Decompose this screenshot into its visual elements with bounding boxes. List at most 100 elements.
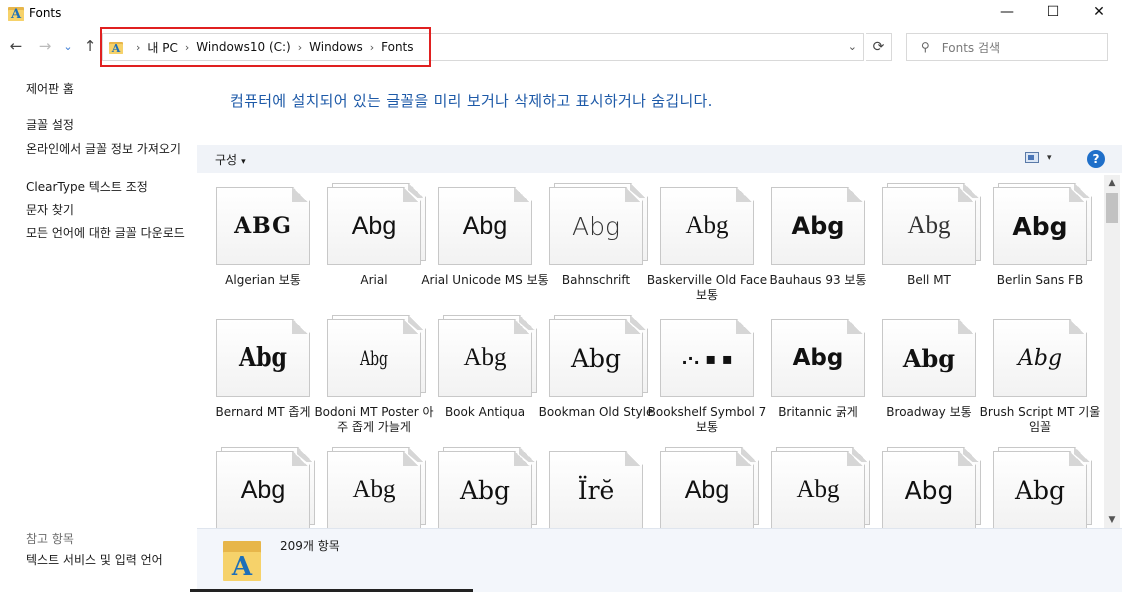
font-sample-preview: Abg	[684, 475, 730, 504]
font-tile[interactable]: Abg Britannic 굵게	[753, 307, 865, 437]
download-fonts-link[interactable]: 모든 언어에 대한 글꼴 다운로드	[26, 226, 190, 241]
font-file-icon: Abg	[438, 315, 537, 399]
font-file-icon: Abg	[216, 447, 315, 528]
text-services-link[interactable]: 텍스트 서비스 및 입력 언어	[26, 553, 190, 568]
font-sample-preview: Abg	[792, 345, 844, 371]
font-tile[interactable]: Abg Berlin Sans FB	[975, 175, 1092, 305]
view-icon	[1025, 152, 1039, 163]
font-sample-preview: Abg	[238, 343, 288, 373]
view-options-button[interactable]: ▾	[1025, 152, 1052, 163]
scroll-up-icon[interactable]: ▲	[1104, 175, 1120, 191]
font-sample-preview: Abg	[796, 476, 840, 503]
scroll-down-icon[interactable]: ▼	[1104, 512, 1120, 528]
font-tile[interactable]: Abg	[198, 439, 315, 528]
find-character-link[interactable]: 문자 찾기	[26, 203, 190, 218]
font-sample-preview: Ïrĕ	[577, 475, 615, 505]
get-font-info-online-link[interactable]: 온라인에서 글꼴 정보 가져오기	[26, 142, 190, 157]
font-sample-preview: Abg	[352, 476, 396, 503]
title-bar: A Fonts — ☐ ✕	[0, 0, 1122, 26]
font-tile[interactable]: Abg Broadway 보통	[864, 307, 976, 437]
font-file-icon: Abg	[660, 187, 754, 267]
organize-button[interactable]: 구성 ▾	[215, 151, 246, 168]
cleartype-link[interactable]: ClearType 텍스트 조정	[26, 180, 190, 195]
page-description: 컴퓨터에 설치되어 있는 글꼴을 미리 보거나 삭제하고 표시하거나 숨깁니다.	[230, 92, 713, 110]
font-tile[interactable]: ABG Algerian 보통	[198, 175, 310, 305]
fonts-folder-icon: A	[8, 5, 24, 22]
see-also-heading: 참고 항목	[26, 532, 74, 546]
font-sample-preview: Abg	[240, 475, 286, 504]
chevron-down-icon: ▾	[1047, 152, 1052, 163]
font-tile[interactable]: .·. ▪ ▪ Bookshelf Symbol 7 보통	[642, 307, 766, 437]
font-file-icon: Abg	[660, 447, 759, 528]
font-sample-preview: Abg	[570, 343, 622, 373]
font-file-icon: Abg	[771, 187, 865, 267]
left-panel: 제어판 홈 글꼴 설정 온라인에서 글꼴 정보 가져오기 ClearType 텍…	[0, 70, 196, 592]
font-tile[interactable]: Abg Bell MT	[864, 175, 981, 305]
command-bar: 구성 ▾ ▾ ?	[197, 145, 1122, 173]
font-tile[interactable]: Abg Arial	[309, 175, 426, 305]
font-tile[interactable]: Abg Bookman Old Style	[531, 307, 653, 437]
font-sample-preview: Abg	[1014, 475, 1066, 505]
font-sample-preview: ABG	[234, 213, 292, 239]
item-count: 209개 항목	[280, 539, 340, 553]
font-sample-preview: Abg	[359, 346, 389, 370]
recent-locations-icon[interactable]: ⌄	[58, 36, 78, 56]
font-tile[interactable]: Abg Arial Unicode MS 보통	[420, 175, 549, 305]
address-dropdown-icon[interactable]: ⌄	[848, 40, 857, 53]
font-tile[interactable]: Abg Bahnschrift	[531, 175, 648, 305]
font-sample-preview: Abg	[902, 343, 956, 373]
font-name-label: Brush Script MT 기울임꼴	[979, 405, 1101, 434]
minimize-button[interactable]: —	[984, 0, 1030, 24]
maximize-button[interactable]: ☐	[1030, 0, 1076, 24]
font-file-icon: Abg	[771, 319, 865, 399]
font-tile[interactable]: Abg	[309, 439, 426, 528]
font-tile[interactable]: Abg Book Antiqua	[420, 307, 537, 437]
search-box[interactable]: ⚲ Fonts 검색	[906, 33, 1108, 61]
font-sample-preview: Abg	[685, 212, 729, 239]
font-tile[interactable]: Abg	[975, 439, 1092, 528]
font-file-icon: Abg	[882, 183, 981, 267]
font-tile[interactable]: Abg	[753, 439, 870, 528]
search-placeholder: Fonts 검색	[941, 40, 1001, 55]
forward-arrow-icon[interactable]: →	[35, 36, 55, 56]
font-file-icon: Abg	[882, 319, 976, 399]
close-button[interactable]: ✕	[1076, 0, 1122, 24]
font-tile[interactable]: Abg Baskerville Old Face 보통	[642, 175, 767, 305]
help-icon[interactable]: ?	[1087, 150, 1105, 168]
font-file-icon: Abg	[438, 447, 537, 528]
scroll-thumb[interactable]	[1106, 193, 1118, 223]
window-title: Fonts	[29, 6, 62, 20]
font-sample-preview: Abg	[907, 212, 951, 239]
font-tile[interactable]: Abg Bodoni MT Poster 아주 좁게 가늘게	[309, 307, 434, 437]
font-sample-preview: Abg	[459, 475, 511, 505]
refresh-icon[interactable]: ⟳	[866, 33, 892, 61]
font-tile[interactable]: Ïrĕ	[531, 439, 643, 528]
font-sample-preview: .·. ▪ ▪	[681, 348, 733, 368]
font-file-icon: Abg	[771, 447, 870, 528]
font-name-label: Berlin Sans FB	[996, 273, 1084, 287]
font-tile[interactable]: Abg Bernard MT 좁게	[198, 307, 311, 437]
font-file-icon: Abg	[216, 319, 310, 399]
font-settings-link[interactable]: 글꼴 설정	[26, 118, 190, 133]
font-tile[interactable]: Abg Brush Script MT 기울임꼴	[975, 307, 1100, 437]
font-tile[interactable]: Abg	[420, 439, 537, 528]
font-grid: ABG Algerian 보통 Abg Arial Abg Arial Unicode M…	[198, 175, 1102, 528]
back-arrow-icon[interactable]: ←	[6, 36, 26, 56]
control-panel-home-link[interactable]: 제어판 홈	[26, 82, 190, 97]
font-sample-preview: Abg	[463, 344, 507, 371]
address-highlight-box	[100, 27, 431, 67]
details-pane: A 209개 항목	[197, 528, 1122, 592]
font-tile[interactable]: Abg	[864, 439, 981, 528]
font-sample-preview: Abg	[462, 211, 508, 240]
up-arrow-icon[interactable]: ↑	[80, 36, 100, 56]
font-file-icon: Abg	[993, 183, 1092, 267]
font-file-icon: Abg	[549, 315, 648, 399]
font-file-icon: Abg	[882, 447, 981, 528]
font-sample-preview: Abg	[1012, 211, 1068, 241]
font-file-icon: Abg	[327, 183, 426, 267]
font-file-icon: Abg	[993, 447, 1092, 528]
vertical-scrollbar[interactable]: ▲ ▼	[1104, 175, 1120, 528]
font-file-icon: Abg	[438, 187, 532, 267]
font-tile[interactable]: Abg Bauhaus 93 보통	[753, 175, 867, 305]
font-tile[interactable]: Abg	[642, 439, 759, 528]
